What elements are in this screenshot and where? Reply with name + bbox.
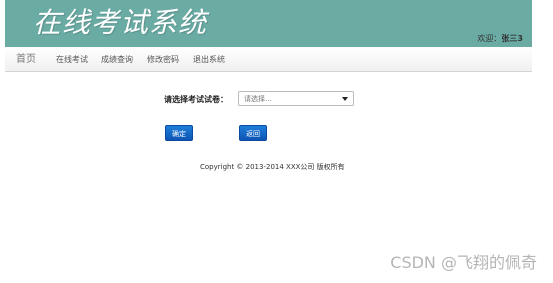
confirm-button[interactable]: 确定: [165, 125, 193, 141]
page: 在线考试系统 欢迎：张三3 首页 在线考试 成绩查询 修改密码 退出系统 请选择…: [0, 0, 553, 283]
user-name: 张三3: [501, 34, 523, 43]
header-banner: 在线考试系统 欢迎：张三3: [5, 0, 532, 47]
copyright-footer: Copyright © 2013-2014 XXX公司 版权所有: [200, 163, 345, 171]
nav-item-online-exam[interactable]: 在线考试: [56, 47, 88, 72]
nav-item-logout[interactable]: 退出系统: [193, 47, 225, 72]
watermark-text: CSDN @飞翔的佩奇: [390, 253, 537, 272]
nav-item-home[interactable]: 首页: [16, 47, 36, 72]
welcome-text: 欢迎：张三3: [477, 34, 523, 44]
nav-item-change-password[interactable]: 修改密码: [147, 47, 179, 72]
nav-item-score-query[interactable]: 成绩查询: [101, 47, 133, 72]
welcome-prefix: 欢迎：: [477, 34, 502, 43]
app-title: 在线考试系统: [33, 6, 208, 39]
chevron-down-icon: [342, 97, 348, 101]
exam-paper-select[interactable]: 请选择...: [238, 91, 354, 106]
exam-paper-select-value: 请选择...: [244, 95, 272, 103]
main-navbar: 首页 在线考试 成绩查询 修改密码 退出系统: [5, 47, 532, 72]
back-button[interactable]: 返回: [239, 125, 267, 141]
exam-select-label: 请选择考试试卷：: [164, 95, 228, 104]
